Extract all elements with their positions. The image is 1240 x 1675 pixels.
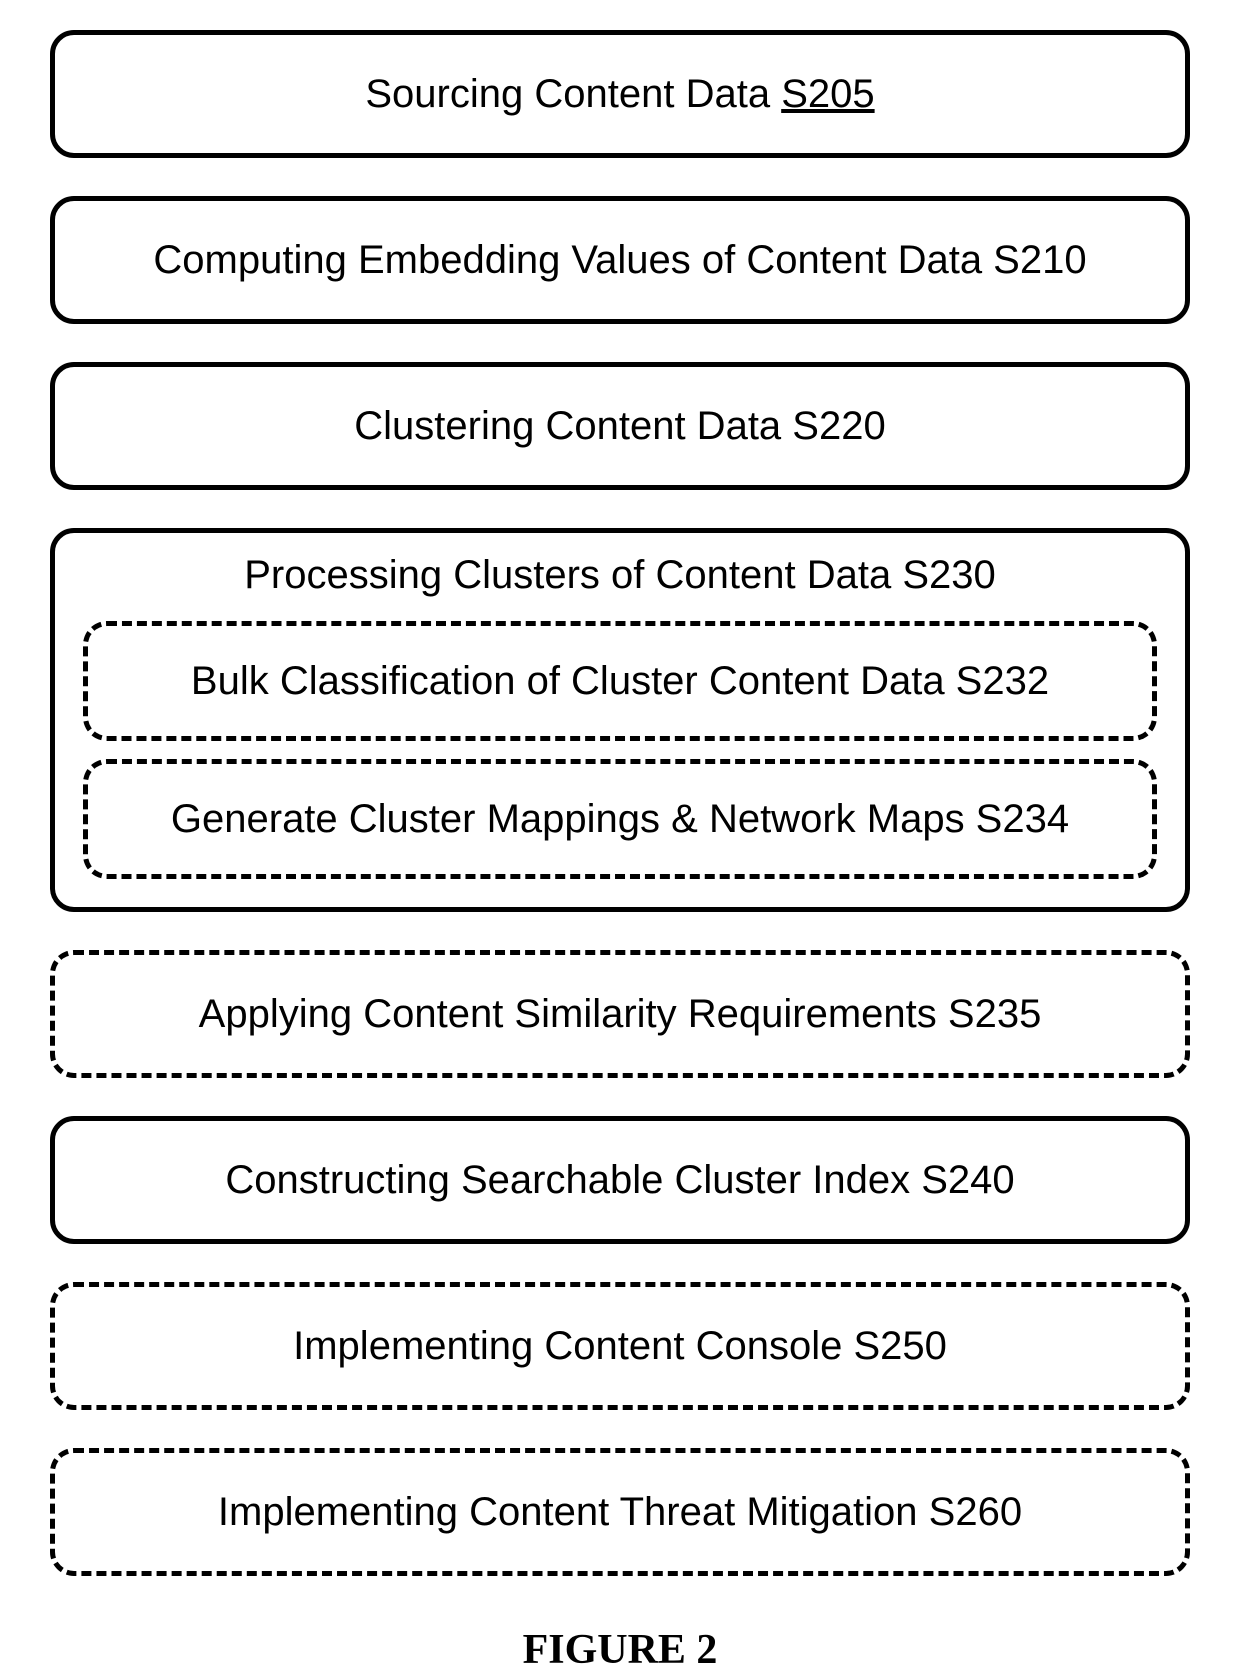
step-s205-prefix: Sourcing Content Data: [365, 72, 781, 116]
step-s232: Bulk Classification of Cluster Content D…: [83, 621, 1157, 741]
step-s235-label: Applying Content Similarity Requirements…: [199, 990, 1042, 1038]
step-s235: Applying Content Similarity Requirements…: [50, 950, 1190, 1078]
step-s250: Implementing Content Console S250: [50, 1282, 1190, 1410]
step-s260: Implementing Content Threat Mitigation S…: [50, 1448, 1190, 1576]
flowchart-steps: Sourcing Content Data S205 Computing Emb…: [50, 30, 1190, 1576]
figure-caption: FIGURE 2: [523, 1626, 718, 1674]
step-s205: Sourcing Content Data S205: [50, 30, 1190, 158]
step-s240-label: Constructing Searchable Cluster Index S2…: [225, 1156, 1014, 1204]
step-s220-label: Clustering Content Data S220: [354, 402, 885, 450]
step-s205-code: S205: [781, 72, 874, 116]
step-s230-title: Processing Clusters of Content Data S230: [244, 551, 996, 599]
step-s220: Clustering Content Data S220: [50, 362, 1190, 490]
step-s250-label: Implementing Content Console S250: [293, 1322, 947, 1370]
step-s210: Computing Embedding Values of Content Da…: [50, 196, 1190, 324]
step-s210-label: Computing Embedding Values of Content Da…: [153, 236, 1086, 284]
step-s234-label: Generate Cluster Mappings & Network Maps…: [171, 795, 1069, 843]
step-s234: Generate Cluster Mappings & Network Maps…: [83, 759, 1157, 879]
step-s232-label: Bulk Classification of Cluster Content D…: [191, 657, 1049, 705]
step-s205-label: Sourcing Content Data S205: [365, 70, 874, 118]
step-s240: Constructing Searchable Cluster Index S2…: [50, 1116, 1190, 1244]
step-s230-container: Processing Clusters of Content Data S230…: [50, 528, 1190, 912]
step-s260-label: Implementing Content Threat Mitigation S…: [218, 1488, 1022, 1536]
